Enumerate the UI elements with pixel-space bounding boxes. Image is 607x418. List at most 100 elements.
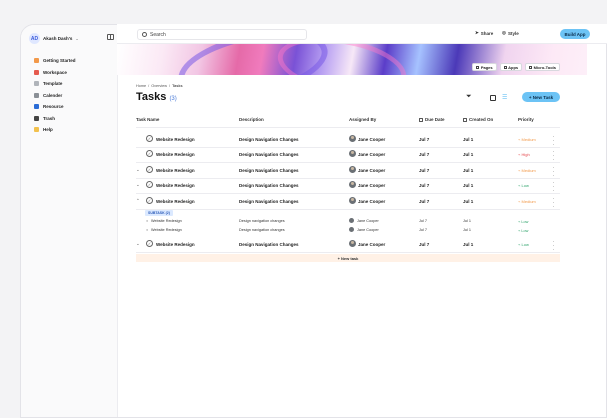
workspace-switcher[interactable]: AD Akash Dash's ⌄	[29, 33, 79, 44]
task-description: Design Navigation Changes	[239, 151, 299, 157]
col-description[interactable]: Description	[239, 117, 264, 122]
chip-apps[interactable]: Apps	[499, 63, 523, 71]
avatar: AD	[29, 33, 40, 44]
assignee-avatar	[349, 150, 356, 157]
search-icon	[142, 32, 147, 37]
breadcrumb-separator: /	[169, 84, 171, 88]
priority-label: Medium	[521, 198, 536, 204]
sidebar-item-trash[interactable]: Trash	[34, 113, 76, 125]
task-description: Design Navigation Changes	[239, 198, 299, 204]
check-circle-icon[interactable]: ✓	[146, 181, 153, 188]
priority-badge[interactable]: ⌁ High	[518, 152, 530, 157]
send-icon: ➤	[475, 30, 479, 35]
new-task-button[interactable]: + New Task	[522, 92, 560, 102]
style-label: Style	[507, 30, 519, 36]
more-options-icon[interactable]: · · ·	[552, 165, 555, 179]
check-circle-icon[interactable]: ✓	[146, 135, 153, 142]
more-options-icon[interactable]: · · ·	[552, 180, 555, 194]
sidebar-item-workspace[interactable]: Workspace	[34, 67, 76, 79]
subtask-created: Jul 1	[463, 227, 472, 232]
priority-badge[interactable]: ⌁ Medium	[518, 168, 536, 173]
task-created: Jul 1	[463, 241, 474, 247]
more-options-icon[interactable]: · · ·	[552, 196, 555, 210]
subtask-row[interactable]: ○ Website Redesign Design navigation chang…	[136, 217, 560, 225]
subtask-description: Design navigation changes	[239, 227, 285, 232]
sidebar-item-calender[interactable]: Calender	[34, 90, 76, 102]
more-options-icon[interactable]: · · ·	[552, 134, 555, 148]
col-created-on[interactable]: Created On	[463, 117, 493, 122]
table-row[interactable]: ✓ Website Redesign Design Navigation Chang…	[136, 147, 560, 163]
assignee-avatar	[349, 218, 354, 223]
col-due-date[interactable]: Due Date	[419, 117, 445, 122]
check-circle-icon[interactable]: ✓	[146, 197, 153, 204]
col-due-label: Due Date	[425, 117, 445, 122]
filter-icon[interactable]: ⏷	[466, 93, 472, 101]
expand-chevron-icon[interactable]: ⌄	[136, 182, 140, 188]
sidebar-item-label: Trash	[43, 115, 56, 121]
palette-icon: ◎	[502, 30, 506, 35]
help-icon	[34, 127, 39, 133]
task-due: Jul 7	[419, 182, 430, 188]
task-due: Jul 7	[419, 241, 430, 247]
task-assignee: Jane Cooper	[358, 167, 386, 173]
style-button[interactable]: ◎ Style	[502, 30, 519, 36]
chip-label: Micro-Tools	[533, 64, 556, 70]
sidebar-toggle-icon[interactable]	[107, 34, 114, 40]
subtask-priority[interactable]: ⌁ Low	[518, 219, 528, 224]
task-name: Website Redesign	[156, 182, 195, 188]
subtask-assignee: Jane Cooper	[357, 218, 379, 223]
globe-icon	[34, 104, 39, 110]
sidebar-item-label: Resource	[43, 104, 64, 110]
expand-chevron-icon[interactable]: ⌃	[136, 198, 140, 204]
chip-micro-tools[interactable]: Micro-Tools	[525, 63, 560, 71]
col-priority[interactable]: Priority	[518, 117, 534, 122]
list-view-icon[interactable]: ☰	[502, 94, 507, 101]
sidebar-item-help[interactable]: Help	[34, 124, 76, 136]
priority-badge[interactable]: ⌁ Medium	[518, 199, 536, 204]
board-view-icon[interactable]	[490, 95, 496, 101]
priority-badge[interactable]: ⌁ Medium	[518, 137, 536, 142]
build-app-button[interactable]: Build App	[560, 29, 590, 39]
table-row[interactable]: ⌄ ✓ Website Redesign Design Navigation Chan…	[136, 237, 560, 253]
chip-label: Pages	[480, 64, 493, 70]
subtask-priority[interactable]: ⌁ Low	[518, 228, 528, 233]
share-button[interactable]: ➤ Share	[475, 30, 493, 36]
breadcrumb-separator: /	[148, 84, 150, 88]
subtask-name: Website Redesign	[151, 218, 182, 223]
priority-badge[interactable]: ⌁ Low	[518, 242, 529, 247]
sidebar-item-resource[interactable]: Resource	[34, 101, 76, 113]
priority-badge[interactable]: ⌁ Low	[518, 183, 529, 188]
assignee-avatar	[349, 135, 356, 142]
search-input[interactable]: Search	[137, 29, 307, 40]
table-row[interactable]: ⌄ ✓ Website Redesign Design Navigation Chan…	[136, 163, 560, 179]
subtask-check-icon[interactable]: ○	[146, 219, 148, 223]
assignee-avatar	[349, 197, 356, 204]
table-row[interactable]: ⌄ ✓ Website Redesign Design Navigation Chan…	[136, 178, 560, 194]
sidebar-item-getting-started[interactable]: Getting Started	[34, 55, 76, 67]
breadcrumb-item[interactable]: Home	[136, 84, 146, 88]
expand-chevron-icon[interactable]: ⌄	[136, 241, 140, 247]
chip-pages[interactable]: Pages	[472, 63, 497, 71]
breadcrumb-item[interactable]: Overview	[151, 84, 167, 88]
add-task-row[interactable]: + New task	[136, 254, 560, 262]
assignee-avatar	[349, 166, 356, 173]
col-assigned-by[interactable]: Assigned By	[349, 117, 376, 122]
more-options-icon[interactable]: · · ·	[552, 239, 555, 253]
sidebar-item-template[interactable]: Template	[34, 78, 76, 90]
expand-chevron-icon[interactable]: ⌄	[136, 167, 140, 173]
check-circle-icon[interactable]: ✓	[146, 166, 153, 173]
task-created: Jul 1	[463, 136, 474, 142]
more-options-icon[interactable]: · · ·	[552, 149, 555, 163]
table-row[interactable]: ✓ Website Redesign Design Navigation Chang…	[136, 132, 560, 148]
assignee-avatar	[349, 227, 354, 232]
breadcrumb-item[interactable]: Tasks	[172, 84, 182, 88]
priority-label: Low	[521, 219, 529, 224]
task-name: Website Redesign	[156, 167, 195, 173]
table-row[interactable]: ⌃ ✓ Website Redesign Design Navigation Chan…	[136, 194, 560, 210]
check-circle-icon[interactable]: ✓	[146, 150, 153, 157]
subtask-check-icon[interactable]: ○	[146, 228, 148, 232]
breadcrumb: Home / Overview / Tasks	[136, 84, 183, 88]
subtask-row[interactable]: ○ Website Redesign Design navigation chang…	[136, 226, 560, 234]
col-task-name[interactable]: Task Name	[136, 117, 159, 122]
check-circle-icon[interactable]: ✓	[146, 240, 153, 247]
